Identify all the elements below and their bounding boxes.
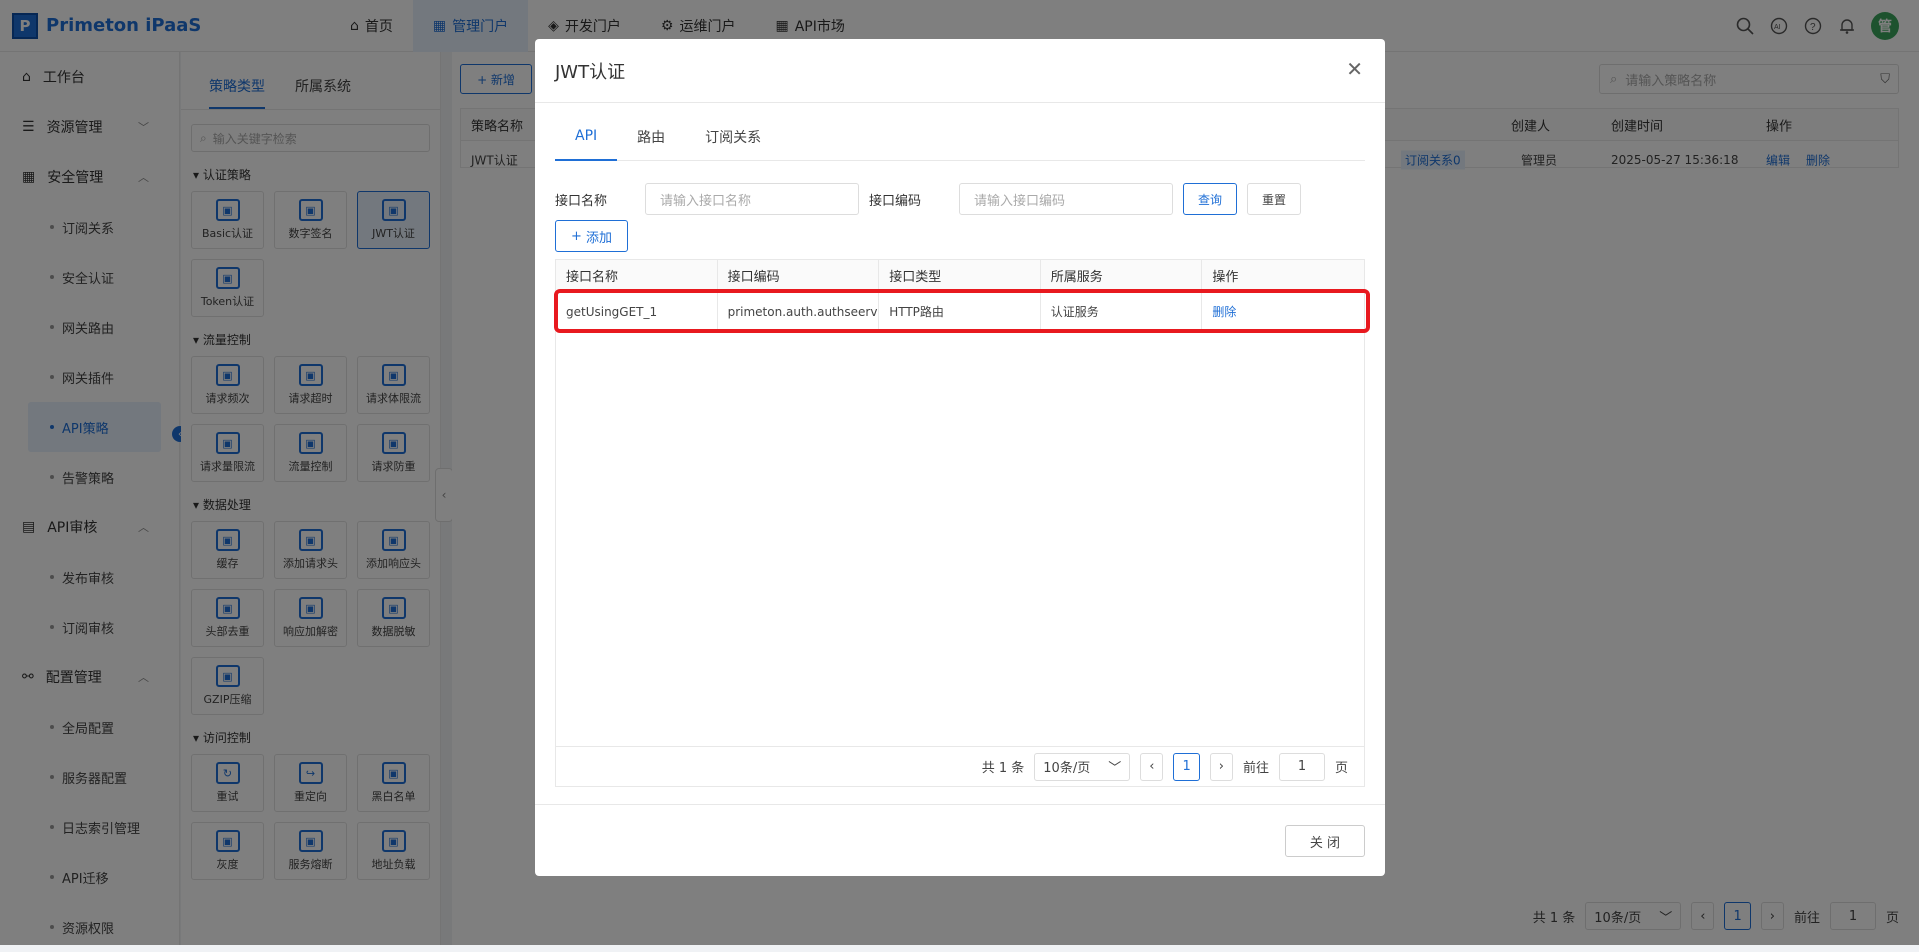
modal-pagination: 共 1 条 10条/页 ﹀ ‹ 1 › 前往 1 页 <box>556 746 1364 786</box>
modal-title: JWT认证 <box>535 39 1385 103</box>
api-table: 接口名称 接口编码 接口类型 所属服务 操作 getUsingGET_1 pri… <box>555 259 1365 787</box>
column-header: 接口名称 <box>556 260 718 291</box>
tab-route[interactable]: 路由 <box>617 113 685 161</box>
pager-total: 共 1 条 <box>981 761 1025 776</box>
query-button[interactable]: 查询 <box>1183 183 1238 215</box>
table-header: 接口名称 接口编码 接口类型 所属服务 操作 <box>556 260 1364 292</box>
close-icon[interactable]: ✕ <box>1346 57 1363 81</box>
highlight-box <box>554 289 1370 333</box>
add-api-button[interactable]: + 添加 <box>555 220 628 252</box>
next-page-button[interactable]: › <box>1209 752 1233 781</box>
api-name-input[interactable]: 请输入接口名称 <box>645 183 859 215</box>
chevron-down-icon: ﹀ <box>1108 761 1122 776</box>
reset-button[interactable]: 重置 <box>1247 183 1302 215</box>
page-size-select[interactable]: 10条/页﹀ <box>1034 752 1131 781</box>
close-button[interactable]: 关 闭 <box>1285 825 1365 857</box>
column-header: 操作 <box>1212 270 1239 285</box>
column-header: 接口编码 <box>718 260 880 291</box>
jwt-modal: JWT认证 ✕ API 路由 订阅关系 接口名称 请输入接口名称 接口编码 请输… <box>535 39 1385 876</box>
api-name-label: 接口名称 <box>555 193 608 209</box>
modal-footer: 关 闭 <box>535 804 1385 876</box>
goto-label: 前往 <box>1242 761 1269 776</box>
tab-subscription[interactable]: 订阅关系 <box>685 113 781 161</box>
page-number[interactable]: 1 <box>1173 752 1200 781</box>
api-code-label: 接口编码 <box>869 193 922 209</box>
api-code-input[interactable]: 请输入接口编码 <box>959 183 1173 215</box>
page-unit: 页 <box>1334 761 1348 776</box>
column-header: 所属服务 <box>1041 260 1203 291</box>
tab-api[interactable]: API <box>555 113 618 161</box>
plus-icon: + <box>571 228 582 244</box>
goto-page-input[interactable]: 1 <box>1278 752 1325 781</box>
prev-page-button[interactable]: ‹ <box>1140 752 1164 781</box>
column-header: 接口类型 <box>879 260 1041 291</box>
filter-bar: 接口名称 请输入接口名称 接口编码 请输入接口编码 查询 重置 <box>555 183 1365 215</box>
modal-tabs: API 路由 订阅关系 <box>555 113 1365 161</box>
